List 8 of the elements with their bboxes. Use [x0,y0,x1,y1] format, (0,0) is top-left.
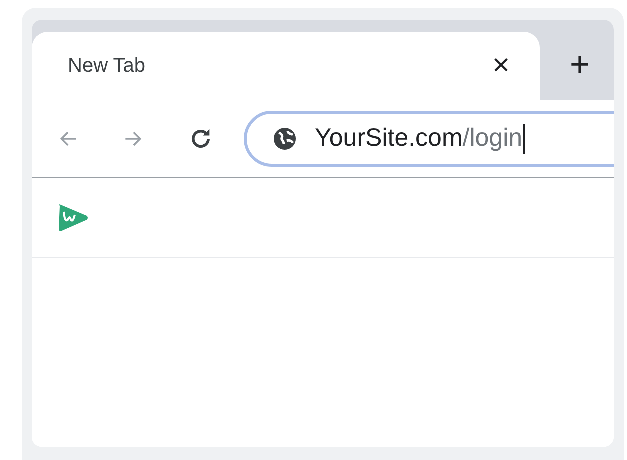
site-logo-icon[interactable] [56,202,90,232]
close-tab-button[interactable]: × [492,51,510,81]
address-field[interactable]: YourSite.com/login [244,110,614,166]
new-tab-button[interactable]: + [570,48,590,82]
globe-icon [273,126,297,150]
tab-title: New Tab [68,54,146,79]
url-text: YourSite.com/login [315,122,525,156]
browser-tab[interactable]: New Tab × [32,32,540,100]
